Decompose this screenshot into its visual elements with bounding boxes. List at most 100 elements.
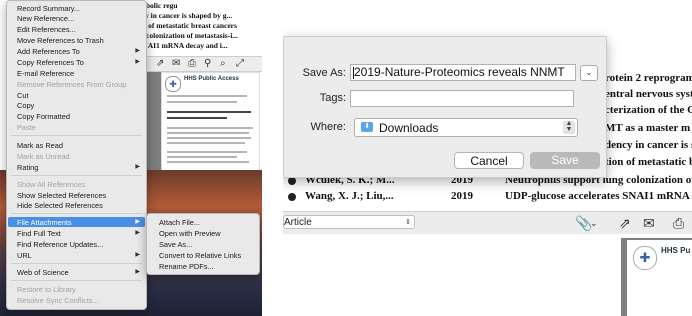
open-external-icon[interactable]: ⇗ [156, 57, 164, 71]
where-label: Where: [310, 121, 346, 133]
save-as-value: 2019-Nature-Proteomics reveals NNMT [354, 65, 565, 79]
pdf-text-line [167, 151, 247, 153]
title-cell: UDP-glucose accelerates SNAI1 mRNA d [505, 190, 692, 202]
reference-title[interactable]: dency in cancer is s [605, 139, 692, 151]
updown-chevron-icon: ⇕ [405, 219, 411, 226]
menu-item-edit-references[interactable]: Edit References... [17, 25, 76, 34]
chevron-down-icon[interactable]: ⌄ [590, 214, 598, 232]
menu-item-move-to-trash[interactable]: Move References to Trash [17, 36, 104, 45]
menu-item-mark-as-read[interactable]: Mark as Read [17, 141, 63, 150]
submenu-arrow-icon: ▶ [135, 59, 140, 65]
reference-title[interactable]: cterization of the C [605, 104, 692, 116]
submenu-arrow-icon: ▶ [135, 252, 140, 258]
open-external-icon[interactable]: ⇗ [619, 214, 631, 232]
menu-item-restore-to-library: Restore to Library [17, 285, 76, 294]
hhs-logo-icon: ✚ [633, 246, 657, 270]
menu-item-hide-selected-references[interactable]: Hide Selected References [17, 201, 103, 210]
author-cell: Wang, X. J.; Liu,... [305, 190, 394, 202]
menu-separator [11, 263, 142, 264]
pdf-toolbar: Article ⇕ 📎 ⌄ ⇗ ✉ ⎙ [283, 211, 692, 235]
menu-item-copy-references-to[interactable]: Copy References To [17, 58, 84, 67]
menu-item-file-attachments[interactable]: File Attachments [17, 218, 72, 227]
menu-separator [11, 280, 142, 281]
tags-field[interactable] [350, 90, 574, 107]
where-popup-button[interactable]: ⬇ Downloads ▲ ▼ [354, 118, 578, 137]
menu-item-add-references-to[interactable]: Add References To [17, 47, 80, 56]
hhs-logo-icon: ✚ [165, 76, 181, 92]
submenu-item-convert-relative-links[interactable]: Convert to Relative Links [159, 251, 241, 260]
updown-chevron-icon: ▲ ▼ [563, 120, 575, 134]
menu-separator [11, 175, 142, 176]
email-icon[interactable]: ✉ [172, 57, 180, 71]
reference-title[interactable]: tion of metastatic b [605, 156, 692, 168]
menu-item-paste: Paste [17, 123, 36, 132]
menu-item-copy[interactable]: Copy [17, 101, 34, 110]
menu-item-mark-as-unread: Mark as Unread [17, 152, 70, 161]
menu-item-show-selected-references[interactable]: Show Selected References [17, 191, 106, 200]
menu-item-show-all-references: Show All References [17, 180, 86, 189]
submenu-item-attach-file[interactable]: Attach File... [159, 218, 200, 227]
menu-separator [11, 213, 142, 214]
menu-item-new-reference[interactable]: New Reference... [17, 14, 74, 23]
pdf-text-line [167, 137, 251, 139]
menu-separator [11, 135, 142, 136]
hhs-title: HHS Public Access [184, 76, 239, 82]
menu-item-find-reference-updates[interactable]: Find Reference Updates... [17, 240, 103, 249]
where-value: Downloads [379, 121, 439, 135]
menu-item-url[interactable]: URL [17, 251, 32, 260]
print-icon[interactable]: ⎙ [673, 214, 684, 232]
menu-item-web-of-science[interactable]: Web of Science [17, 268, 69, 277]
folder-icon: ⬇ [361, 122, 373, 132]
reference-title[interactable]: rotein 2 reprogram [605, 72, 692, 84]
pdf-text-line [167, 111, 251, 113]
pdf-text-line [167, 95, 247, 97]
year-cell: 2019 [451, 190, 473, 202]
save-as-label: Save As: [302, 67, 346, 79]
left-screenshot: metabolic regu dency in cancer is shaped… [0, 0, 262, 316]
submenu-arrow-icon: ▶ [135, 269, 140, 275]
cancel-button[interactable]: Cancel [454, 152, 524, 169]
search-icon[interactable]: ⌕ [220, 57, 226, 71]
hhs-title: HHS Pu [661, 246, 691, 255]
submenu-arrow-icon: ▶ [135, 230, 140, 236]
save-as-field[interactable]: 2019-Nature-Proteomics reveals NNMT [350, 64, 576, 81]
read-status-icon [288, 177, 296, 185]
pdf-text-line [167, 127, 253, 129]
submenu-item-save-as[interactable]: Save As... [159, 240, 192, 249]
submenu-arrow-icon: ▶ [135, 219, 140, 225]
pdf-page: ✚ HHS Pu [627, 240, 692, 316]
print-icon[interactable]: ⎙ [188, 57, 196, 71]
submenu-arrow-icon: ▶ [135, 48, 140, 54]
submenu-item-open-with-preview[interactable]: Open with Preview [159, 229, 221, 238]
menu-item-resolve-sync-conflicts: Resolve Sync Conflicts... [17, 296, 99, 305]
pdf-text-line [167, 101, 237, 103]
expand-chevron-icon[interactable]: ⌄ [580, 65, 598, 81]
pdf-text-line [167, 161, 249, 163]
menu-item-remove-from-group: Remove References From Group [17, 80, 127, 89]
pdf-text-line [167, 117, 227, 119]
file-attachments-submenu: Attach File... Open with Preview Save As… [146, 213, 260, 275]
right-screenshot: rotein 2 reprogram entral nervous syst c… [283, 0, 692, 316]
zoom-icon[interactable]: ⚲ [204, 57, 211, 71]
menu-item-email-reference[interactable]: E-mail Reference [17, 69, 74, 78]
pdf-page: ✚ HHS Public Access [161, 72, 260, 172]
read-status-icon [288, 193, 296, 201]
menu-item-copy-formatted[interactable]: Copy Formatted [17, 112, 70, 121]
pdf-text-line [167, 132, 249, 134]
menu-item-rating[interactable]: Rating [17, 163, 38, 172]
save-button[interactable]: Save [530, 152, 600, 169]
fullscreen-icon[interactable]: ⤢ [236, 57, 244, 71]
tags-label: Tags: [319, 92, 346, 104]
reference-type-select[interactable]: Article ⇕ [283, 215, 415, 229]
reference-title[interactable]: MT as a master m [605, 122, 690, 134]
submenu-item-rename-pdfs[interactable]: Rename PDFs... [159, 262, 214, 271]
reference-title[interactable]: entral nervous syst [605, 88, 692, 100]
submenu-arrow-icon: ▶ [135, 164, 140, 170]
menu-item-find-full-text[interactable]: Find Full Text [17, 229, 61, 238]
reference-type-value: Article [284, 217, 312, 228]
table-row[interactable]: Wang, X. J.; Liu,... 2019 UDP-glucose ac… [283, 189, 692, 205]
menu-item-record-summary[interactable]: Record Summary... [17, 4, 80, 13]
email-icon[interactable]: ✉ [643, 214, 655, 232]
save-as-dialog: Save As: 2019-Nature-Proteomics reveals … [283, 36, 607, 178]
menu-item-cut[interactable]: Cut [17, 91, 29, 100]
